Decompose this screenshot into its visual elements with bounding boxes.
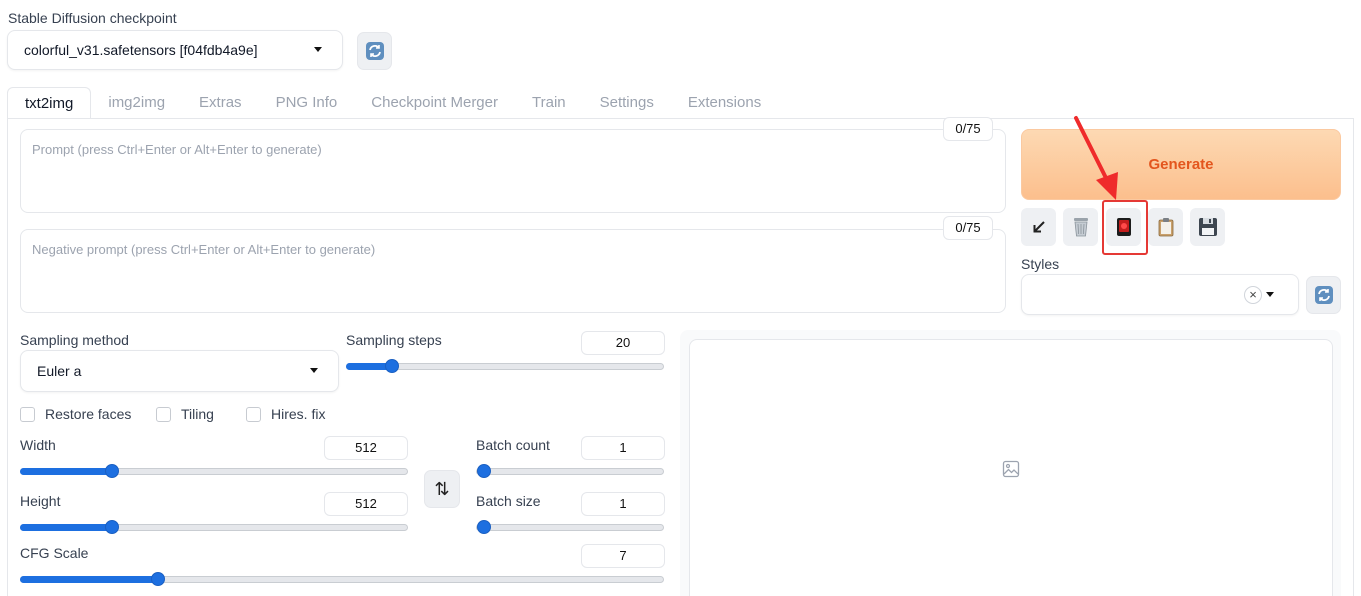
- output-gallery: [689, 339, 1333, 596]
- chevron-down-icon: [310, 368, 318, 373]
- read-params-button[interactable]: [1021, 208, 1056, 246]
- panel-border: [7, 118, 1354, 119]
- batch-size-input[interactable]: 1: [581, 492, 665, 516]
- cfg-scale-input[interactable]: 7: [581, 544, 665, 568]
- slider-thumb[interactable]: [385, 359, 399, 373]
- tab-png-info[interactable]: PNG Info: [259, 87, 355, 119]
- negative-prompt-input[interactable]: Negative prompt (press Ctrl+Enter or Alt…: [20, 229, 1006, 313]
- tab-img2img[interactable]: img2img: [91, 87, 182, 119]
- width-label: Width: [20, 437, 56, 453]
- main-tabs: txt2img img2img Extras PNG Info Checkpoi…: [7, 87, 778, 119]
- styles-dropdown[interactable]: ×: [1021, 274, 1299, 315]
- height-slider[interactable]: [20, 520, 408, 534]
- highlight-box: [1102, 200, 1148, 255]
- batch-count-slider[interactable]: [476, 464, 664, 478]
- styles-label: Styles: [1021, 256, 1060, 272]
- slider-thumb[interactable]: [477, 464, 491, 478]
- generate-button[interactable]: Generate: [1021, 129, 1341, 200]
- floppy-disk-icon: [1198, 218, 1217, 236]
- refresh-icon: [1314, 286, 1333, 304]
- chevron-down-icon: [314, 47, 322, 52]
- negative-prompt-placeholder: Negative prompt (press Ctrl+Enter or Alt…: [32, 242, 376, 257]
- sampling-steps-slider[interactable]: [346, 359, 664, 373]
- trash-icon: [1073, 218, 1088, 237]
- sampling-steps-label: Sampling steps: [346, 332, 442, 348]
- slider-thumb[interactable]: [151, 572, 165, 586]
- slider-thumb[interactable]: [105, 464, 119, 478]
- refresh-styles-button[interactable]: [1306, 276, 1341, 314]
- width-input[interactable]: 512: [324, 436, 408, 460]
- slider-thumb[interactable]: [105, 520, 119, 534]
- sampling-method-value: Euler a: [37, 363, 82, 379]
- tab-train[interactable]: Train: [515, 87, 583, 119]
- cfg-scale-label: CFG Scale: [20, 545, 89, 561]
- hires-fix-checkbox[interactable]: Hires. fix: [246, 406, 325, 422]
- prompt-placeholder: Prompt (press Ctrl+Enter or Alt+Enter to…: [32, 142, 322, 157]
- cfg-scale-slider[interactable]: [20, 572, 664, 586]
- refresh-checkpoint-button[interactable]: [357, 32, 392, 70]
- clear-styles-icon[interactable]: ×: [1244, 286, 1262, 304]
- batch-size-label: Batch size: [476, 493, 541, 509]
- height-input[interactable]: 512: [324, 492, 408, 516]
- tab-txt2img[interactable]: txt2img: [7, 87, 92, 119]
- annotation-arrow-icon: [1074, 116, 1118, 200]
- save-style-button[interactable]: [1190, 208, 1225, 246]
- sampling-steps-input[interactable]: 20: [581, 331, 665, 355]
- prompt-input[interactable]: Prompt (press Ctrl+Enter or Alt+Enter to…: [20, 129, 1006, 213]
- checkpoint-value: colorful_v31.safetensors [f04fdb4a9e]: [24, 42, 258, 58]
- clipboard-icon: [1158, 218, 1173, 237]
- prompt-token-counter: 0/75: [943, 117, 993, 141]
- sampling-method-label: Sampling method: [20, 332, 129, 348]
- restore-faces-checkbox[interactable]: Restore faces: [20, 406, 131, 422]
- tab-extras[interactable]: Extras: [182, 87, 259, 119]
- tab-checkpoint-merger[interactable]: Checkpoint Merger: [354, 87, 515, 119]
- negative-prompt-token-counter: 0/75: [943, 216, 993, 240]
- tiling-checkbox[interactable]: Tiling: [156, 406, 214, 422]
- checkpoint-label: Stable Diffusion checkpoint: [8, 10, 177, 26]
- apply-styles-button[interactable]: [1148, 208, 1183, 246]
- sampling-method-dropdown[interactable]: Euler a: [20, 350, 339, 392]
- batch-count-input[interactable]: 1: [581, 436, 665, 460]
- batch-size-slider[interactable]: [476, 520, 664, 534]
- arrow-down-left-icon: [1033, 221, 1045, 233]
- height-label: Height: [20, 493, 61, 509]
- refresh-icon: [365, 42, 384, 60]
- image-placeholder-icon: [1002, 460, 1020, 478]
- clear-prompt-button[interactable]: [1063, 208, 1098, 246]
- checkpoint-dropdown[interactable]: colorful_v31.safetensors [f04fdb4a9e]: [7, 30, 343, 70]
- width-slider[interactable]: [20, 464, 408, 478]
- tab-extensions[interactable]: Extensions: [671, 87, 778, 119]
- slider-thumb[interactable]: [477, 520, 491, 534]
- tab-settings[interactable]: Settings: [583, 87, 671, 119]
- batch-count-label: Batch count: [476, 437, 550, 453]
- swap-dimensions-button[interactable]: ⇅: [424, 470, 460, 508]
- chevron-down-icon: [1266, 291, 1274, 297]
